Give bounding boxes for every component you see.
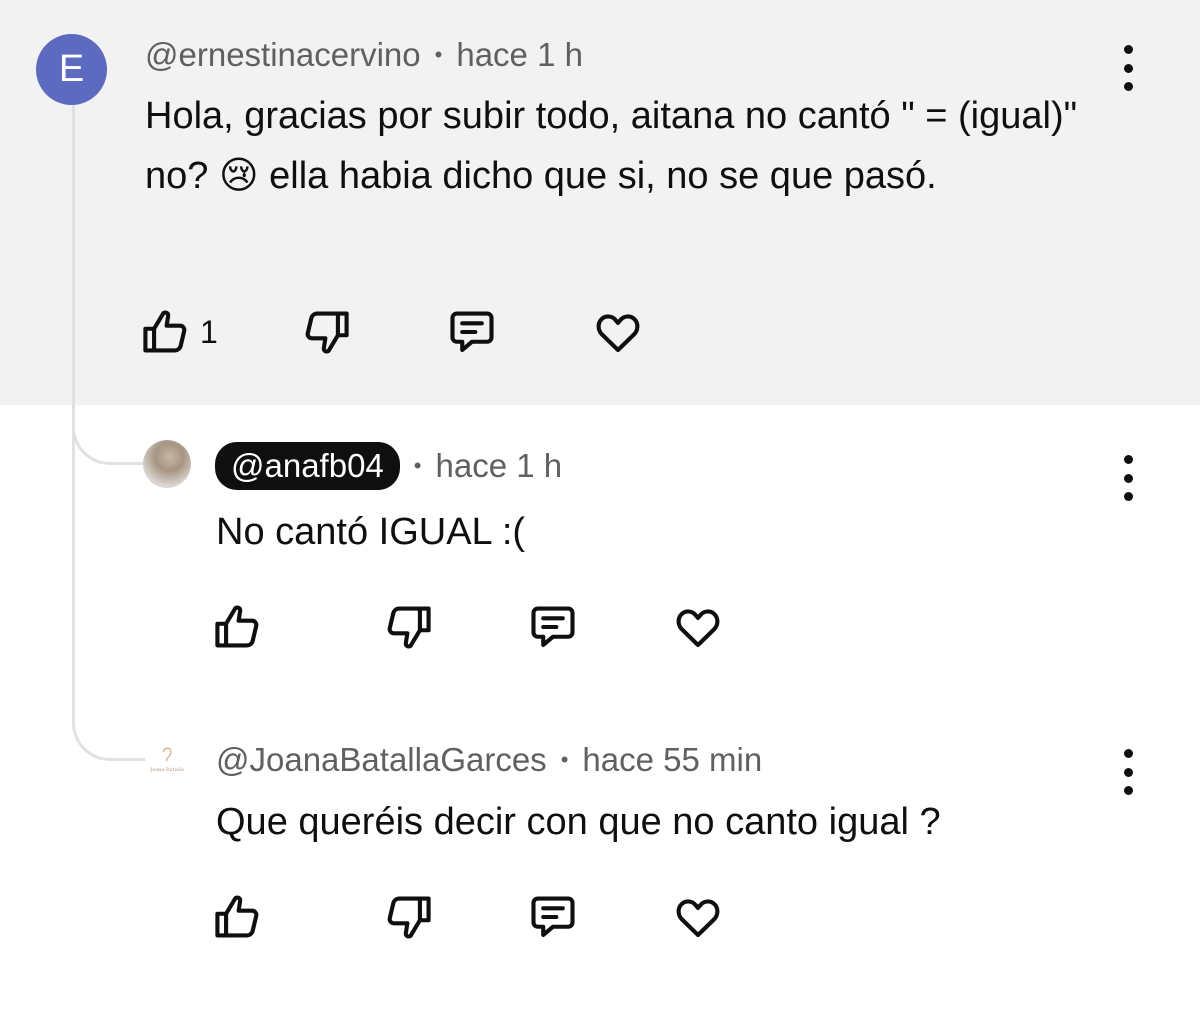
heart-icon [676,899,720,938]
meta-separator: • [413,453,422,478]
comment-icon [531,896,575,938]
reply-text: Que queréis decir con que no canto igual… [216,801,941,843]
comment-actions: 1 [140,306,644,358]
avatar-anafb04[interactable] [143,440,191,488]
comment-icon [531,606,575,648]
heart-icon [596,314,640,353]
comment-timestamp[interactable]: hace 1 h [456,36,583,74]
like-count: 1 [200,313,218,350]
avatar-logo-image: Joana Batalla [149,747,184,773]
reply-timestamp[interactable]: hace 55 min [582,741,762,779]
avatar-letter: E [58,48,85,90]
comment-text: Hola, gracias por subir todo, aitana no … [145,95,1078,197]
reply-text: No cantó IGUAL :( [216,511,526,553]
heart-icon [676,609,720,648]
reply-author-handle[interactable]: @anafb04 [215,442,400,490]
thumb-up-icon [143,310,187,353]
reply-actions [212,601,724,653]
dislike-button[interactable] [300,306,446,358]
more-vert-icon[interactable] [1108,45,1148,91]
reply-button[interactable] [527,601,672,653]
thread-connector-line [72,104,75,700]
thumb-up-icon [215,895,259,938]
like-button[interactable] [212,601,382,653]
comment-icon [450,311,494,353]
avatar-ernestinacervino[interactable]: E [36,34,107,105]
comment-author-handle[interactable]: @ernestinacervino [145,36,421,74]
thumb-down-icon [387,896,431,939]
dislike-button[interactable] [382,601,527,653]
reply-meta: @anafb04 • hace 1 h [215,442,562,490]
reply-meta: @JoanaBatallaGarces • hace 55 min [216,741,762,779]
thread-branch-reply-2 [72,698,151,761]
dislike-button[interactable] [382,891,527,943]
meta-separator: • [434,42,443,67]
reply-button[interactable] [527,891,672,943]
avatar-logo-text: Joana Batalla [149,767,184,773]
like-button[interactable]: 1 [140,306,300,358]
more-vert-icon[interactable] [1108,749,1148,795]
meta-separator: • [560,747,569,772]
reply-author-handle[interactable]: @JoanaBatallaGarces [216,741,547,779]
heart-button[interactable] [672,891,724,943]
reply-button[interactable] [446,306,592,358]
reply-actions [212,891,724,943]
reply-timestamp[interactable]: hace 1 h [436,447,563,485]
comment-meta: @ernestinacervino • hace 1 h [145,36,583,74]
thumb-down-icon [387,606,431,649]
more-vert-icon[interactable] [1108,455,1148,501]
heart-button[interactable] [672,601,724,653]
thumb-down-icon [305,311,349,354]
thread-branch-reply-1 [72,408,151,465]
thumb-up-icon [215,605,259,648]
avatar-joanabatallagarces[interactable]: Joana Batalla [145,738,189,782]
heart-button[interactable] [592,306,644,358]
like-button[interactable] [212,891,382,943]
